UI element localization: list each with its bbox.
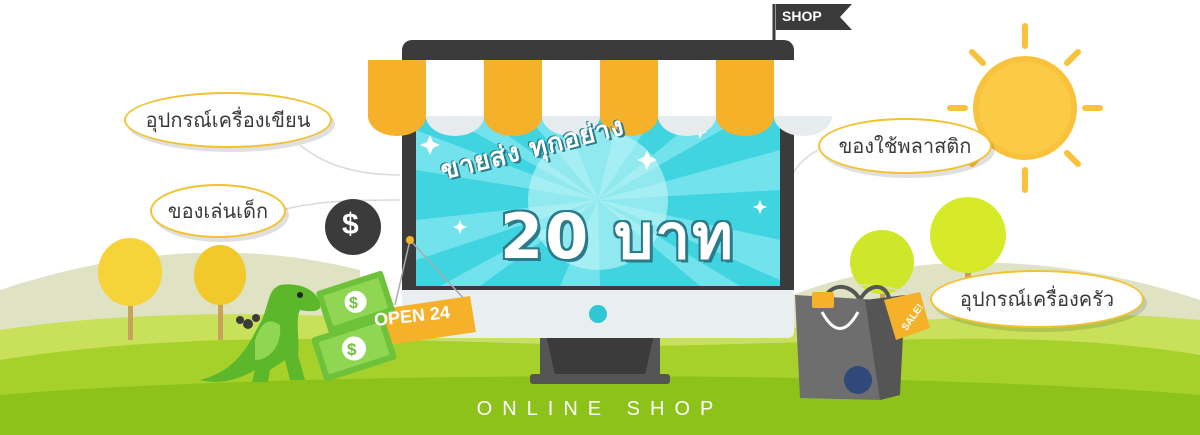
- bubble-plastic: ของใช้พลาสติก: [818, 118, 992, 174]
- bubble-toys-label: ของเล่นเด็ก: [167, 199, 269, 223]
- bubble-stationery: อุปกรณ์เครื่องเขียน: [124, 92, 332, 148]
- sun-icon: [947, 23, 1103, 193]
- bubble-plastic-label: ของใช้พลาสติก: [838, 134, 972, 158]
- footer-online-shop: ONLINE SHOP: [476, 398, 724, 420]
- screen-headline-price: 20 บาท: [500, 200, 735, 273]
- bubble-stationery-label: อุปกรณ์เครื่องเขียน: [145, 108, 311, 132]
- cash-symbol-2: $: [347, 340, 357, 359]
- shop-flag-label: SHOP: [782, 8, 822, 24]
- bubble-kitchen: อุปกรณ์เครื่องครัว: [930, 270, 1144, 328]
- cash-symbol-1: $: [349, 295, 358, 312]
- bubble-toys: ของเล่นเด็ก: [150, 184, 286, 238]
- online-shop-banner: $ $ อุปกรณ์เครื่องเขียน ของเล่นเด็ก ของใ…: [0, 0, 1200, 435]
- bubble-kitchen-label: อุปกรณ์เครื่องครัว: [959, 287, 1115, 311]
- dollar-badge-symbol: $: [342, 208, 359, 241]
